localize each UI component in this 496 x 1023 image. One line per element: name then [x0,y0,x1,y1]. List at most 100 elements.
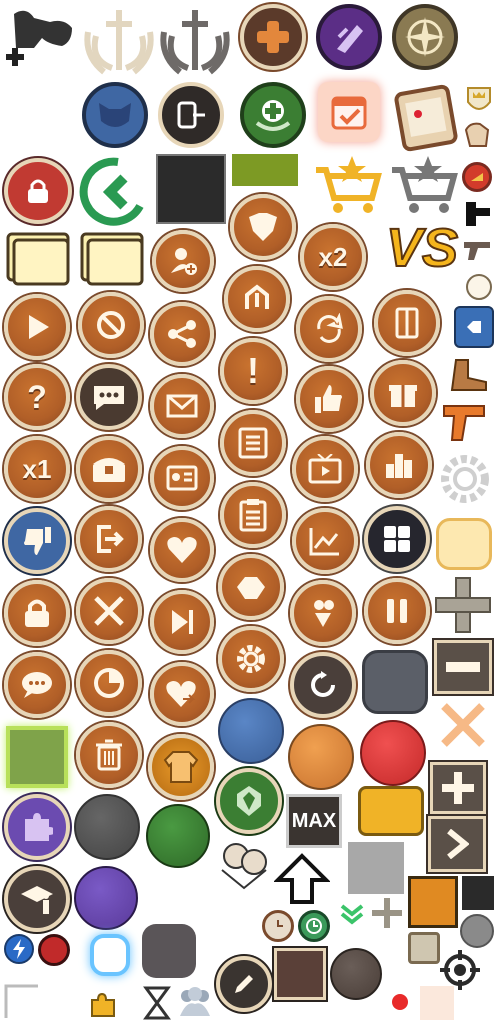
grey-circle-icon [74,794,140,860]
info-hat-icon[interactable] [4,866,70,932]
up-arrow-icon[interactable] [274,852,330,906]
armor-icon[interactable] [230,194,296,260]
ticket-gold-icon [358,786,424,836]
logout-icon[interactable] [76,506,142,572]
green-square-icon [6,726,68,788]
red-circle-icon [360,720,426,786]
heart-share-icon[interactable] [150,662,214,726]
plus-small-icon [370,896,404,930]
alert-icon[interactable]: ! [220,338,286,404]
trash-icon[interactable] [76,722,142,788]
heart-icon[interactable] [150,518,214,582]
puzzle-purple-icon[interactable] [4,794,70,860]
forbidden-icon[interactable] [78,292,144,358]
orange-square-icon [408,876,458,928]
play-icon[interactable] [4,294,70,360]
edit-icon[interactable] [216,956,272,1012]
cream-square-icon [436,518,492,570]
chart-icon[interactable] [292,508,358,574]
dark-square-round-icon [142,924,196,978]
pistol-icon [462,234,494,262]
plus-grey-icon[interactable] [432,574,494,636]
gear-outline-icon [438,452,492,506]
leaderboard-icon[interactable] [366,432,432,498]
emblem-icon[interactable] [216,768,282,834]
speech-icon[interactable] [4,652,70,718]
group-icon [178,986,212,1018]
transfer-icon[interactable] [290,580,356,646]
refresh-icon[interactable] [296,296,362,362]
white-dot-icon [466,274,492,300]
puzzle-plus-icon [4,8,76,70]
puzzle-small-icon [88,990,118,1020]
book-icon[interactable] [374,290,440,356]
chat-icon[interactable] [76,364,142,430]
swords-glow-icon [436,700,490,752]
list-icon[interactable] [220,410,286,476]
red-dot-icon [38,934,70,966]
purple-circle-icon [74,866,138,930]
energy-icon [4,934,34,964]
help-icon[interactable]: ? [4,364,70,430]
heal-plus-badge-icon[interactable] [240,82,306,148]
rock-circle-icon [330,948,382,1000]
corner-icon [4,984,40,1020]
thumbs-up-icon[interactable] [296,366,362,432]
skip-icon[interactable] [150,590,214,654]
peach-square-icon [420,986,454,1020]
tv-icon[interactable] [292,436,358,502]
vs-icon: VS [384,210,460,286]
max-label: MAX [291,809,337,832]
light-grey-square-icon [348,842,404,894]
compass-badge-icon[interactable] [392,4,458,70]
cart-star-gold-icon[interactable] [312,154,384,216]
squad-icon[interactable] [218,554,284,620]
exit-door-badge-icon[interactable] [158,82,224,148]
blue-circle-icon [218,698,284,764]
clipboard-icon[interactable] [220,482,286,548]
plus-box-icon[interactable] [430,762,486,814]
green-circle-icon [146,804,210,868]
gun-orange-icon [440,396,492,448]
gift-icon[interactable] [370,360,436,426]
grey-square-icon [362,650,428,714]
heads-icon [216,840,274,890]
cart-star-grey-icon[interactable] [388,154,460,216]
restart-icon[interactable] [290,652,356,718]
calendar-book-icon[interactable] [390,80,462,154]
lock-icon[interactable] [4,580,70,646]
claw-badge-icon[interactable] [316,4,382,70]
add-user-icon[interactable] [152,230,214,292]
gear-icon[interactable] [218,626,284,692]
key-tag-icon [454,306,494,348]
brown-square-icon [274,948,326,1000]
sword-wings-light-icon [82,6,156,76]
x2-icon[interactable]: x2 [300,224,366,290]
id-card-icon[interactable] [150,446,214,510]
thumbs-down-icon[interactable] [4,508,70,574]
lock-badge-icon[interactable] [4,158,72,224]
small-red-dot-icon [392,994,408,1010]
back-arrow-icon[interactable] [78,156,150,226]
grid-icon[interactable] [364,506,430,572]
crossed-swords-icon[interactable] [76,578,142,644]
next-box-icon[interactable] [428,816,486,872]
vs-label: VS [385,217,459,279]
glow-square-icon [90,934,130,976]
x1-icon[interactable]: x1 [4,436,70,502]
x1-label: x1 [22,453,52,484]
rank-up-icon[interactable] [224,266,290,332]
pause-icon[interactable] [364,578,430,644]
pie-icon[interactable] [76,650,142,716]
target-icon [440,950,480,990]
mail-icon[interactable] [150,374,214,438]
mask-badge-icon[interactable] [82,82,148,148]
rock-circle-icon [460,914,494,948]
minus-icon[interactable] [434,640,492,694]
chest-icon[interactable] [76,436,142,502]
cheese-badge-icon [462,162,492,192]
hammer-badge-icon[interactable] [240,4,306,70]
share-icon[interactable] [150,302,214,366]
calendar-check-icon[interactable] [318,82,380,142]
jacket-icon[interactable] [148,734,214,800]
